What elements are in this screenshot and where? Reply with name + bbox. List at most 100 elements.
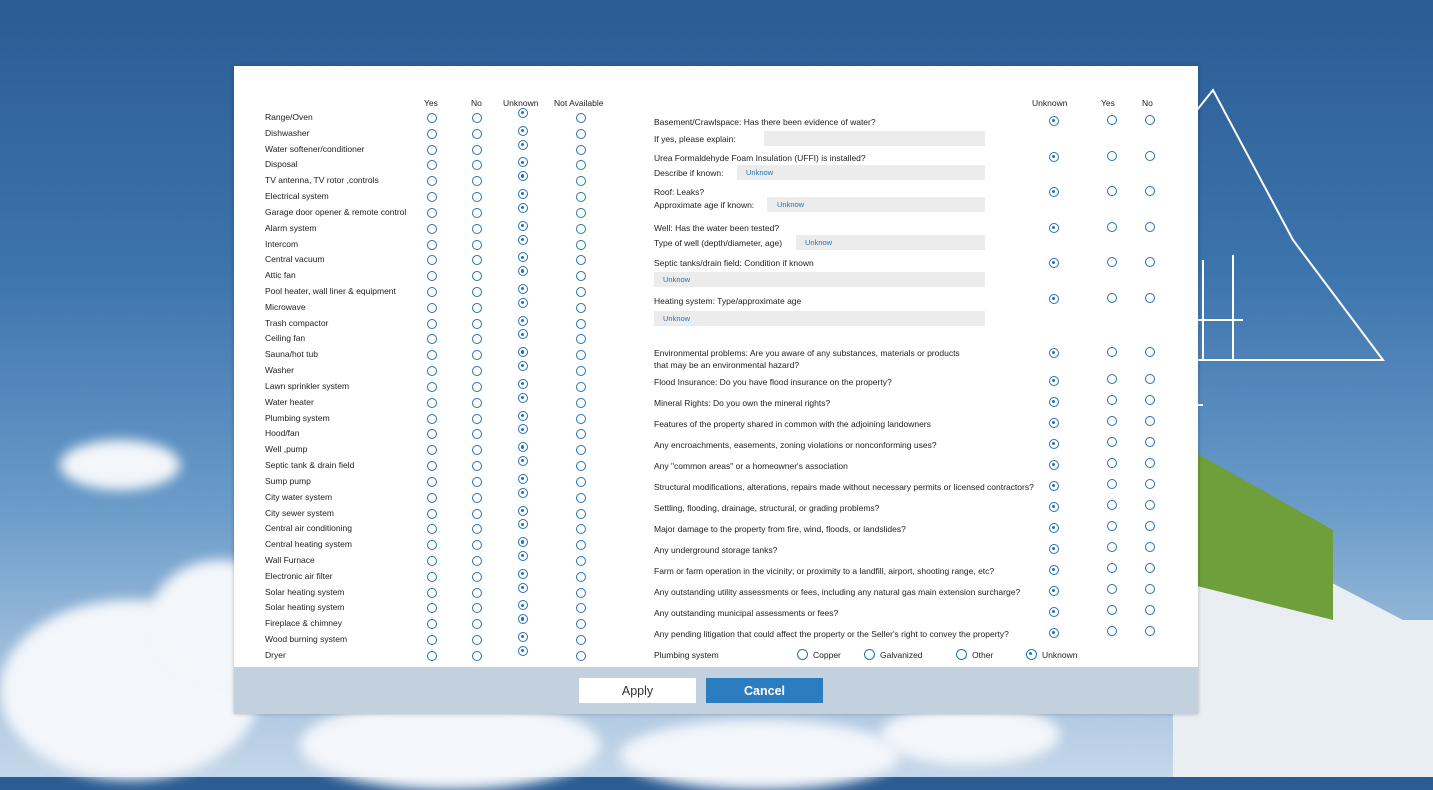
radio-yes[interactable] [427, 540, 437, 551]
radio-unknown[interactable] [518, 297, 528, 308]
radio-unknown[interactable] [1049, 116, 1059, 126]
radio-no[interactable] [472, 255, 482, 266]
radio-unknown[interactable] [1049, 544, 1059, 554]
radio-no[interactable] [1145, 605, 1155, 615]
radio-no[interactable] [472, 508, 482, 519]
radio-unknown[interactable] [1049, 397, 1059, 407]
radio-yes[interactable] [1107, 257, 1117, 267]
radio-no[interactable] [472, 271, 482, 282]
radio-unknown[interactable] [518, 171, 528, 182]
radio-yes[interactable] [427, 192, 437, 203]
basement-explain-field[interactable] [764, 131, 985, 146]
radio-not-available[interactable] [576, 334, 586, 345]
radio-yes[interactable] [427, 476, 437, 487]
radio-yes[interactable] [1107, 521, 1117, 531]
radio-unknown[interactable] [1049, 460, 1059, 470]
radio-no[interactable] [1145, 257, 1155, 267]
radio-not-available[interactable] [576, 366, 586, 377]
radio-yes[interactable] [1107, 563, 1117, 573]
radio-yes[interactable] [427, 397, 437, 408]
radio-unknown[interactable] [518, 234, 528, 245]
radio-no[interactable] [472, 429, 482, 440]
radio-yes[interactable] [427, 381, 437, 392]
radio-not-available[interactable] [576, 113, 586, 123]
radio-no[interactable] [1145, 437, 1155, 447]
radio-unknown[interactable] [518, 266, 528, 277]
radio-unknown[interactable] [518, 108, 528, 118]
radio-no[interactable] [1145, 222, 1155, 232]
radio-not-available[interactable] [576, 271, 586, 282]
radio-no[interactable] [472, 302, 482, 313]
radio-unknown[interactable] [1049, 376, 1059, 386]
radio-no[interactable] [1145, 115, 1155, 125]
radio-not-available[interactable] [576, 461, 586, 472]
radio-unknown[interactable] [1049, 294, 1059, 304]
radio-no[interactable] [1145, 542, 1155, 552]
radio-yes[interactable] [427, 603, 437, 614]
radio-unknown[interactable] [518, 632, 528, 643]
radio-yes[interactable] [427, 113, 437, 123]
radio-no[interactable] [1145, 186, 1155, 196]
radio-no[interactable] [472, 524, 482, 535]
radio-yes[interactable] [427, 587, 437, 598]
radio-not-available[interactable] [576, 144, 586, 155]
radio-yes[interactable] [427, 176, 437, 187]
radio-not-available[interactable] [576, 603, 586, 614]
radio-no[interactable] [472, 540, 482, 551]
radio-not-available[interactable] [576, 350, 586, 361]
roof-age-field[interactable]: Unknow [767, 197, 985, 212]
plumbing-radio-other[interactable] [956, 649, 967, 660]
radio-yes[interactable] [427, 302, 437, 313]
radio-no[interactable] [1145, 563, 1155, 573]
radio-unknown[interactable] [518, 537, 528, 548]
radio-not-available[interactable] [576, 207, 586, 218]
radio-yes[interactable] [427, 160, 437, 171]
radio-unknown[interactable] [1049, 418, 1059, 428]
radio-yes[interactable] [427, 350, 437, 361]
radio-no[interactable] [472, 160, 482, 171]
radio-yes[interactable] [1107, 293, 1117, 303]
radio-yes[interactable] [1107, 542, 1117, 552]
radio-no[interactable] [472, 413, 482, 424]
radio-unknown[interactable] [518, 424, 528, 435]
radio-unknown[interactable] [1049, 586, 1059, 596]
radio-unknown[interactable] [518, 582, 528, 593]
radio-yes[interactable] [1107, 458, 1117, 468]
radio-no[interactable] [472, 619, 482, 630]
radio-unknown[interactable] [518, 202, 528, 213]
radio-yes[interactable] [1107, 222, 1117, 232]
radio-unknown[interactable] [1049, 439, 1059, 449]
radio-unknown[interactable] [518, 505, 528, 516]
radio-yes[interactable] [427, 366, 437, 377]
radio-not-available[interactable] [576, 492, 586, 503]
radio-no[interactable] [1145, 151, 1155, 161]
radio-not-available[interactable] [576, 381, 586, 392]
radio-no[interactable] [1145, 479, 1155, 489]
radio-not-available[interactable] [576, 192, 586, 203]
radio-not-available[interactable] [576, 318, 586, 329]
radio-yes[interactable] [427, 571, 437, 582]
radio-yes[interactable] [1107, 584, 1117, 594]
radio-yes[interactable] [1107, 626, 1117, 636]
radio-unknown[interactable] [518, 157, 528, 168]
radio-unknown[interactable] [518, 392, 528, 403]
radio-unknown[interactable] [518, 329, 528, 340]
radio-unknown[interactable] [518, 410, 528, 421]
radio-no[interactable] [1145, 416, 1155, 426]
radio-yes[interactable] [427, 508, 437, 519]
radio-not-available[interactable] [576, 571, 586, 582]
radio-no[interactable] [472, 650, 482, 661]
radio-yes[interactable] [1107, 374, 1117, 384]
radio-yes[interactable] [427, 207, 437, 218]
radio-no[interactable] [472, 287, 482, 298]
radio-no[interactable] [1145, 347, 1155, 357]
radio-no[interactable] [1145, 584, 1155, 594]
radio-unknown[interactable] [518, 645, 528, 656]
radio-no[interactable] [472, 635, 482, 646]
radio-yes[interactable] [427, 445, 437, 456]
radio-yes[interactable] [427, 461, 437, 472]
radio-unknown[interactable] [518, 442, 528, 453]
radio-not-available[interactable] [576, 397, 586, 408]
radio-yes[interactable] [1107, 605, 1117, 615]
radio-unknown[interactable] [518, 550, 528, 561]
